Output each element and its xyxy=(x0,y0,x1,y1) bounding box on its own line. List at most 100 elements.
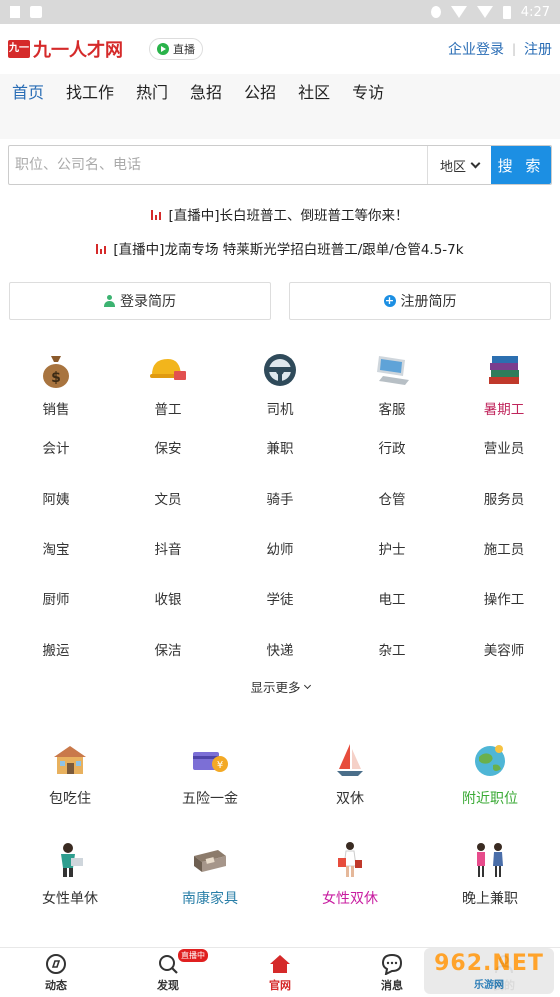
svg-text:$: $ xyxy=(51,370,61,386)
category-label: 客服 xyxy=(378,402,406,418)
nav-public[interactable]: 公招 xyxy=(244,79,276,103)
perk-label: 附近职位 xyxy=(462,790,518,807)
category-item[interactable]: 服务员 xyxy=(448,472,560,522)
perk-label: 女性单休 xyxy=(42,890,98,907)
login-resume-label: 登录简历 xyxy=(120,294,176,310)
register-link[interactable]: 注册 xyxy=(524,39,552,59)
perks-grid: 包吃住 ¥ 五险一金 双休 附近职位 女性单休 南康家具 女性双休 晚上兼职 xyxy=(0,738,560,938)
category-item[interactable]: 阿姨 xyxy=(0,472,112,522)
register-resume-button[interactable]: + 注册简历 xyxy=(289,282,551,320)
chevron-down-icon xyxy=(470,158,481,168)
nav-community[interactable]: 社区 xyxy=(298,79,330,103)
category-service[interactable]: 客服 xyxy=(336,350,448,418)
nav-find-job[interactable]: 找工作 xyxy=(66,79,114,103)
category-item[interactable]: 护士 xyxy=(336,523,448,573)
perk-label: 南康家具 xyxy=(182,890,238,907)
app-header: 九一 九一人才网 直播 企业登录 | 注册 xyxy=(0,24,560,74)
nav-home[interactable]: 首页 xyxy=(12,79,44,103)
category-item[interactable]: 厨师 xyxy=(0,573,112,623)
nav-urgent[interactable]: 急招 xyxy=(190,79,222,103)
perk-label: 女性双休 xyxy=(322,890,378,907)
show-more-button[interactable]: 显示更多 xyxy=(0,676,560,698)
home-icon xyxy=(270,954,290,973)
category-item[interactable]: 抖音 xyxy=(112,523,224,573)
woman-shopping-icon xyxy=(328,838,372,882)
tab-label: 消息 xyxy=(381,978,403,992)
logo-mark: 九一 xyxy=(8,40,30,58)
category-item[interactable]: 保安 xyxy=(112,422,224,472)
category-item[interactable]: 文员 xyxy=(112,472,224,522)
category-item[interactable]: 学徒 xyxy=(224,573,336,623)
battery-icon xyxy=(502,5,511,19)
tab-label: 发现 xyxy=(157,978,179,992)
tab-label: 官网 xyxy=(269,978,291,992)
perk-nearby-jobs[interactable]: 附近职位 xyxy=(420,738,560,838)
category-item[interactable]: 施工员 xyxy=(448,523,560,573)
category-item[interactable]: 幼师 xyxy=(224,523,336,573)
perk-women-single-day[interactable]: 女性单休 xyxy=(0,838,140,938)
nav-hot[interactable]: 热门 xyxy=(136,79,168,103)
category-item[interactable]: 快递 xyxy=(224,624,336,674)
login-resume-button[interactable]: 登录简历 xyxy=(9,282,271,320)
perk-insurance[interactable]: ¥ 五险一金 xyxy=(140,738,280,838)
category-item[interactable]: 兼职 xyxy=(224,422,336,472)
nav-interview[interactable]: 专访 xyxy=(352,79,384,103)
search-button[interactable]: 搜 索 xyxy=(491,146,551,184)
broadcast-item[interactable]: [直播中]龙南专场 特莱斯光学招白班普工/跟单/仓管4.5-7k xyxy=(0,231,560,265)
perk-women-weekends[interactable]: 女性双休 xyxy=(280,838,420,938)
woman-laptop-icon xyxy=(48,838,92,882)
category-item[interactable]: 骑手 xyxy=(224,472,336,522)
category-item[interactable]: 电工 xyxy=(336,573,448,623)
live-label: 直播 xyxy=(173,43,195,56)
tab-discover[interactable]: 发现 直播中 xyxy=(112,948,224,997)
show-more-label: 显示更多 xyxy=(250,680,301,696)
nav-spacer xyxy=(0,108,560,139)
company-login-link[interactable]: 企业登录 xyxy=(448,39,504,59)
category-summer[interactable]: 暑期工 xyxy=(448,350,560,418)
live-badge: 直播中 xyxy=(178,949,208,962)
category-item[interactable]: 仓管 xyxy=(336,472,448,522)
perk-label: 包吃住 xyxy=(49,790,91,807)
tab-official[interactable]: 官网 xyxy=(224,948,336,997)
category-item[interactable]: 淘宝 xyxy=(0,523,112,573)
sofa-icon xyxy=(188,838,232,882)
play-icon xyxy=(157,43,169,55)
site-logo[interactable]: 九一 九一人才网 xyxy=(8,36,123,62)
perk-evening-part-time[interactable]: 晚上兼职 xyxy=(420,838,560,938)
category-item[interactable]: 搬运 xyxy=(0,624,112,674)
category-item[interactable]: 营业员 xyxy=(448,422,560,472)
people-icon xyxy=(468,838,512,882)
live-button[interactable]: 直播 xyxy=(149,38,203,60)
category-item[interactable]: 保洁 xyxy=(112,624,224,674)
perk-weekends[interactable]: 双休 xyxy=(280,738,420,838)
region-select[interactable]: 地区 xyxy=(427,146,491,184)
category-item[interactable]: 美容师 xyxy=(448,624,560,674)
search-icon xyxy=(159,954,178,974)
perk-board-lodging[interactable]: 包吃住 xyxy=(0,738,140,838)
tab-activity[interactable]: 动态 xyxy=(0,948,112,997)
category-driver[interactable]: 司机 xyxy=(224,350,336,418)
region-label: 地区 xyxy=(439,159,466,175)
category-worker[interactable]: 普工 xyxy=(112,350,224,418)
live-bars-icon xyxy=(151,208,162,220)
broadcast-item[interactable]: [直播中]长白班普工、倒班普工等你来！ xyxy=(0,197,560,231)
category-item[interactable]: 会计 xyxy=(0,422,112,472)
category-item[interactable]: 收银 xyxy=(112,573,224,623)
category-label: 暑期工 xyxy=(483,402,525,418)
category-item[interactable]: 行政 xyxy=(336,422,448,472)
category-item[interactable]: 杂工 xyxy=(336,624,448,674)
books-icon xyxy=(484,350,524,390)
globe-icon xyxy=(468,738,512,782)
card-icon: ¥ xyxy=(188,738,232,782)
search-bar: 地区 搜 索 xyxy=(8,145,552,185)
person-icon xyxy=(104,295,115,307)
category-item[interactable]: 操作工 xyxy=(448,573,560,623)
perk-nankang-furniture[interactable]: 南康家具 xyxy=(140,838,280,938)
category-label: 销售 xyxy=(42,402,70,418)
category-label: 司机 xyxy=(266,402,294,418)
tab-label: 动态 xyxy=(45,978,67,992)
category-sales[interactable]: $ 销售 xyxy=(0,350,112,418)
search-input[interactable] xyxy=(9,146,427,184)
category-label: 普工 xyxy=(154,402,182,418)
live-bars-icon xyxy=(96,242,107,254)
